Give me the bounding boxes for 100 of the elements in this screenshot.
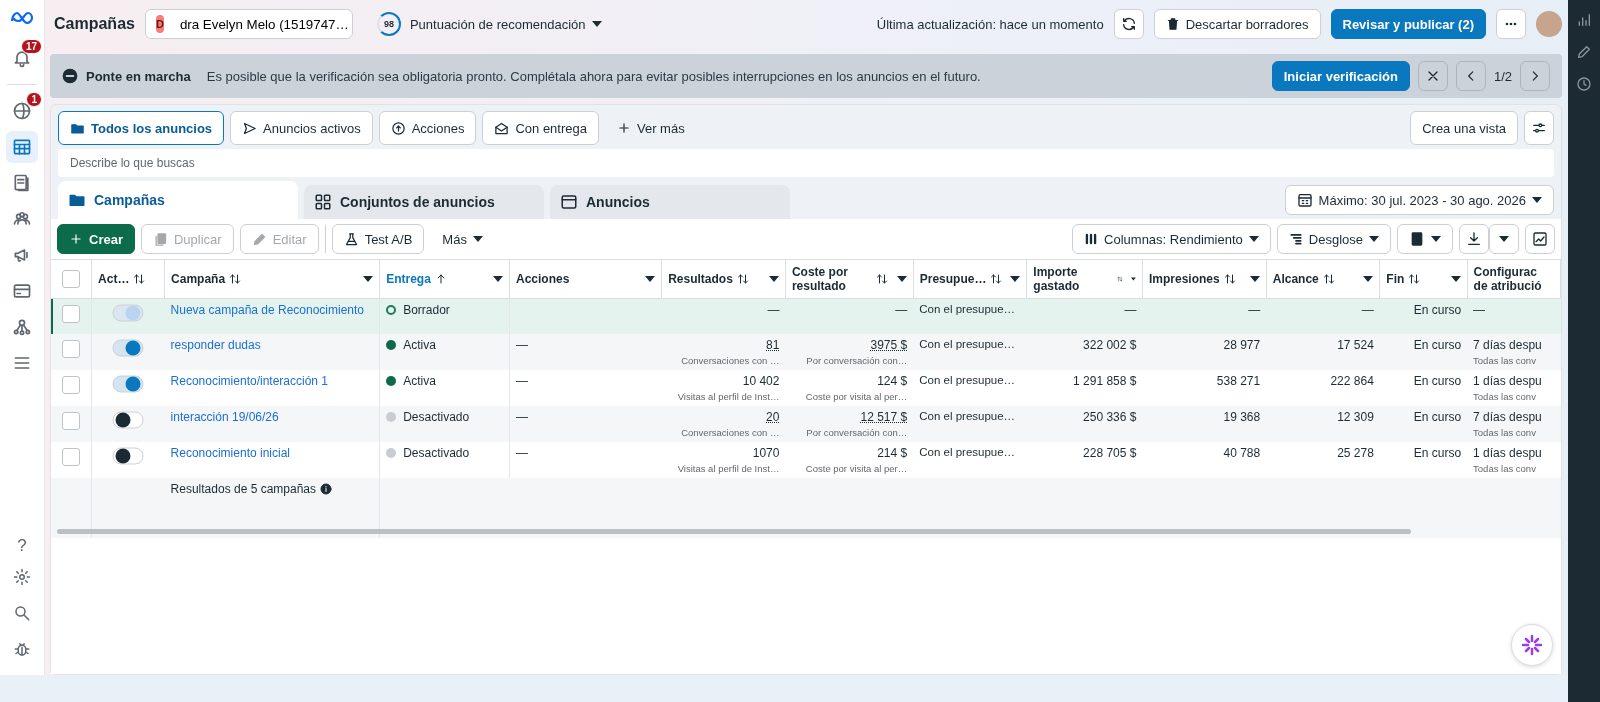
card-icon bbox=[12, 281, 32, 301]
reports-button[interactable] bbox=[1397, 224, 1453, 254]
column-header[interactable]: Acciones bbox=[516, 271, 570, 287]
column-header[interactable]: Entrega bbox=[386, 271, 431, 287]
table-cell-text: 7 días despu bbox=[1473, 409, 1543, 424]
view-tab[interactable]: Anuncios activos bbox=[230, 111, 373, 145]
settings-icon bbox=[13, 568, 31, 586]
column-menu-icon bbox=[645, 276, 656, 282]
reports-icon bbox=[1409, 231, 1425, 247]
campaign-link[interactable]: Reconocimiento/interacción 1 bbox=[170, 373, 328, 388]
row-checkbox[interactable] bbox=[62, 411, 81, 430]
score-ring: 98 bbox=[376, 12, 401, 36]
caret-icon bbox=[472, 236, 483, 242]
cell-note: Todas las conv bbox=[1473, 390, 1537, 402]
cell-note: Conversaciones con … bbox=[680, 354, 780, 366]
toggle-switch[interactable] bbox=[112, 337, 145, 358]
table-cell-text: — bbox=[1123, 303, 1137, 317]
level-tab[interactable]: Anuncios bbox=[550, 185, 790, 219]
campaign-link[interactable]: responder dudas bbox=[170, 337, 261, 352]
bug-icon bbox=[13, 640, 31, 658]
toggle-switch[interactable] bbox=[112, 445, 145, 466]
column-menu-icon bbox=[363, 276, 374, 282]
clock-icon bbox=[1576, 76, 1592, 92]
table-cell-text: En curso bbox=[1412, 337, 1462, 352]
page-indicator: 1/2 bbox=[1493, 68, 1512, 84]
row-checkbox[interactable] bbox=[62, 447, 81, 466]
row-checkbox[interactable] bbox=[62, 305, 81, 323]
table-cell-text: Con el presupue… bbox=[919, 373, 1017, 386]
account-name: dra Evelyn Melo (1519747… bbox=[179, 16, 349, 32]
create-button[interactable]: Crear bbox=[57, 224, 135, 254]
status-text: Desactivado bbox=[403, 445, 470, 460]
column-menu-icon bbox=[1450, 276, 1461, 282]
see-more-button[interactable]: Ver más bbox=[605, 113, 697, 143]
row-checkbox[interactable] bbox=[62, 375, 81, 394]
column-menu-icon bbox=[1363, 276, 1374, 282]
create-view-button[interactable]: Crea una vista bbox=[1410, 111, 1518, 145]
export-button[interactable] bbox=[1459, 224, 1489, 254]
recommendation-score-button[interactable]: Puntuación de recomendación bbox=[408, 9, 603, 39]
table-cell-text: 17 524 bbox=[1336, 337, 1374, 352]
table-cell-text: 250 336 $ bbox=[1082, 409, 1137, 424]
view-tab[interactable]: Con entrega bbox=[482, 111, 599, 145]
account-selector[interactable]: D dra Evelyn Melo (1519747… bbox=[144, 9, 353, 39]
table-cell-text: Con el presupue… bbox=[919, 337, 1017, 350]
help-button[interactable]: ? bbox=[11, 533, 33, 559]
caret-icon bbox=[1499, 236, 1509, 242]
table-cell-text: 3975 $ bbox=[869, 337, 908, 352]
sort-icon bbox=[229, 273, 242, 285]
sort-icon bbox=[1322, 273, 1335, 285]
notification-badge: 17 bbox=[20, 39, 42, 54]
caret-icon bbox=[1532, 197, 1542, 203]
more-menu-button[interactable]: Más bbox=[430, 224, 495, 254]
columns-icon bbox=[1084, 232, 1099, 246]
status-text: Activa bbox=[403, 373, 436, 388]
search-field[interactable]: Describe lo que buscas bbox=[58, 149, 1554, 177]
table-cell-text: 25 278 bbox=[1336, 445, 1374, 460]
pencil-icon bbox=[1576, 44, 1592, 60]
column-header[interactable]: Alcance bbox=[1272, 271, 1319, 287]
date-range-button[interactable]: Máximo: 30 jul. 2023 - 30 ago. 2026 bbox=[1284, 185, 1554, 215]
window-icon bbox=[560, 193, 578, 211]
discard-drafts-button[interactable]: Descartar borradores bbox=[1153, 9, 1321, 39]
sidebar-item[interactable] bbox=[6, 131, 38, 163]
column-header[interactable]: Act… bbox=[98, 271, 130, 287]
table-cell-text: 222 864 bbox=[1329, 373, 1374, 388]
campaign-link[interactable]: Reconocimiento inicial bbox=[170, 445, 290, 460]
flask-icon bbox=[343, 231, 359, 247]
meta-logo[interactable] bbox=[10, 10, 34, 26]
breakdown-button[interactable]: Desglose bbox=[1276, 224, 1391, 254]
toggle-switch[interactable] bbox=[112, 373, 145, 394]
toolbar-button[interactable]: Test A/B bbox=[331, 224, 425, 254]
review-publish-button[interactable]: Revisar y publicar (2) bbox=[1330, 9, 1486, 39]
select-all-checkbox[interactable] bbox=[62, 270, 81, 288]
export-menu-button[interactable] bbox=[1489, 224, 1519, 254]
table-cell-text: — bbox=[516, 337, 529, 352]
close-button[interactable] bbox=[1417, 61, 1448, 91]
row-checkbox[interactable] bbox=[62, 339, 81, 358]
table-cell-text: Con el presupue… bbox=[919, 445, 1017, 458]
breakdown-icon bbox=[1288, 232, 1303, 246]
level-tab[interactable]: Campañas bbox=[58, 181, 298, 219]
sort-icon bbox=[875, 273, 888, 285]
view-tab[interactable]: Acciones bbox=[378, 111, 477, 145]
level-tab[interactable]: Conjuntos de anuncios bbox=[304, 185, 544, 219]
cell-note: Conversaciones con … bbox=[680, 426, 780, 438]
columns-button[interactable]: Columnas: Rendimiento bbox=[1072, 224, 1271, 254]
assistant-button[interactable] bbox=[1511, 624, 1553, 666]
table-cell-text: 12 517 $ bbox=[859, 409, 908, 424]
table-cell-text: — bbox=[1473, 303, 1487, 317]
toggle-switch[interactable] bbox=[112, 303, 145, 323]
settings-button[interactable] bbox=[1524, 111, 1554, 145]
start-verification-button[interactable]: Iniciar verificación bbox=[1271, 61, 1410, 91]
scrollbar[interactable] bbox=[57, 529, 1411, 534]
cell-note: Todas las conv bbox=[1473, 426, 1537, 438]
view-tab[interactable]: Todos los anuncios bbox=[58, 111, 225, 145]
refresh-button[interactable] bbox=[1113, 9, 1144, 39]
column-header[interactable]: Campaña bbox=[171, 271, 226, 287]
column-header[interactable]: Fin bbox=[1386, 271, 1405, 287]
table-cell-text: — bbox=[516, 445, 529, 460]
column-menu-icon bbox=[768, 276, 779, 282]
chart-button[interactable] bbox=[1525, 224, 1555, 254]
table-cell-text: 10 402 bbox=[741, 373, 780, 388]
toggle-switch[interactable] bbox=[112, 409, 145, 430]
